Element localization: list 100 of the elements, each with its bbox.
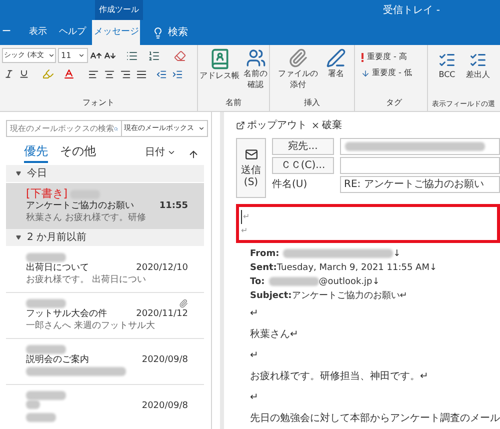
font-size-field[interactable]: 11 — [58, 48, 88, 63]
group-header[interactable]: 今日 — [6, 165, 204, 183]
body-line: ↵ — [250, 307, 258, 321]
exclamation-icon — [361, 52, 364, 62]
align-right-icon[interactable] — [120, 68, 131, 80]
blurred-text — [26, 413, 56, 422]
body-line: 秋葉さん↵ — [250, 328, 298, 342]
people-icon — [246, 48, 266, 68]
blurred-text — [26, 299, 66, 308]
caret-icon — [78, 52, 85, 59]
body-line: ↵ — [250, 391, 258, 405]
chevron-icon — [167, 148, 176, 157]
group-header[interactable]: 2 か月前以前 — [6, 229, 204, 247]
mail-date: 2020/09/8 — [142, 354, 188, 366]
underline-icon[interactable] — [19, 69, 29, 79]
justify-icon[interactable] — [136, 68, 147, 80]
body-line: お疲れ様です。研修担当、神田です。↵ — [250, 370, 428, 384]
align-left-icon[interactable] — [88, 68, 99, 80]
mail-date: 2020/11/12 — [136, 308, 188, 320]
mail-item[interactable]: [下書き] アンケートご協力のお願い 11:55 秋葉さん お疲れ様です。研修 — [6, 183, 204, 229]
body-line: 先日の勉強会に対して本部からアンケート調査のメール — [250, 412, 500, 426]
send-button[interactable]: 送信 (S) — [236, 138, 266, 198]
group-label: フォント — [82, 97, 114, 109]
search-field[interactable]: 現在のメールボックスの検索 — [6, 120, 122, 137]
sort-direction-icon[interactable] — [188, 149, 199, 160]
blurred-text — [26, 345, 66, 354]
mail-subject: フットサル大会の件 — [26, 308, 107, 320]
subject-label: 件名(U) — [272, 178, 308, 192]
from-button[interactable]: 差出人 — [466, 51, 490, 81]
header-label: Subject: — [250, 290, 292, 303]
numbering-icon[interactable] — [148, 50, 160, 62]
font-color-icon[interactable] — [63, 68, 75, 80]
context-tab-label: 作成ツール — [95, 0, 143, 20]
caret-icon — [48, 52, 55, 59]
mail-list-tab[interactable]: 優先 — [24, 142, 48, 163]
paperclip-icon — [288, 48, 308, 68]
window-title: 受信トレイ - — [383, 4, 441, 18]
mail-subject: アンケートご協力のお願い — [26, 200, 134, 212]
ribbon-tab[interactable]: メッセージ — [92, 20, 140, 45]
attach-file-button[interactable]: ファイルの 添付 — [278, 48, 318, 90]
ribbon-tab[interactable]: ヘルプ — [53, 20, 92, 45]
mail-date: 2020/12/10 — [136, 262, 188, 274]
shrink-font-icon[interactable] — [104, 50, 116, 62]
mail-subject: 出荷日について — [26, 262, 89, 274]
group-label: 2 か月前以前 — [27, 230, 87, 245]
send-mail-icon — [244, 148, 258, 160]
header-label: To: — [250, 276, 265, 289]
tell-me-search[interactable]: 検索 — [140, 20, 200, 45]
align-center-icon[interactable] — [104, 68, 115, 80]
to-field[interactable] — [340, 138, 500, 155]
header-value: ↓ — [393, 248, 401, 261]
group-label: 名前 — [226, 97, 242, 109]
close-icon — [311, 120, 320, 130]
low-importance-button[interactable]: 重要度 - 低 — [361, 67, 427, 79]
ribbon-tab[interactable]: ー — [0, 20, 13, 45]
header-label: Sent: — [250, 262, 277, 275]
grow-font-icon[interactable] — [90, 50, 102, 62]
paragraph-mark: ↵ — [241, 210, 250, 224]
mail-subject: 説明会のご案内 — [26, 354, 89, 366]
header-value: アンケートご協力のお願い↵ — [292, 290, 408, 303]
popout-button[interactable]: ポップアウト — [236, 118, 307, 132]
header-value: @outlook.jp↓ — [318, 276, 380, 289]
decrease-indent-icon[interactable] — [156, 68, 167, 80]
fields-icon — [469, 51, 487, 69]
pen-icon — [326, 48, 346, 68]
caret-icon — [198, 125, 205, 132]
bcc-button[interactable]: BCC — [438, 51, 456, 81]
italic-icon[interactable] — [4, 69, 14, 79]
cc-field[interactable] — [340, 157, 500, 174]
popout-icon — [236, 120, 245, 130]
header-label: From: — [250, 248, 280, 261]
draft-label: [下書き] — [26, 188, 68, 200]
discard-button[interactable]: 破棄 — [311, 118, 342, 132]
mail-date: 2020/09/8 — [142, 400, 188, 412]
mail-date: 11:55 — [159, 200, 188, 212]
signature-button[interactable]: 署名 — [326, 48, 346, 90]
fields-icon — [438, 51, 456, 69]
high-importance-button[interactable]: 重要度 - 高 — [361, 51, 427, 63]
blurred-text — [26, 253, 66, 262]
mail-preview: 一郎さんへ 来週のフットサル大 — [26, 321, 155, 331]
mail-list-tab[interactable]: その他 — [60, 142, 96, 163]
body-line: ↵ — [250, 349, 258, 363]
increase-indent-icon[interactable] — [172, 68, 183, 80]
down-arrow-icon — [361, 68, 370, 78]
group-label: タグ — [386, 97, 402, 109]
subject-field[interactable]: RE: アンケートご協力のお願い — [340, 176, 500, 193]
check-names-button[interactable]: 名前の 確認 — [244, 48, 268, 90]
cc-button[interactable]: ＣＣ(C)... — [272, 157, 334, 174]
header-value: Tuesday, March 9, 2021 11:55 AM↓ — [276, 262, 438, 275]
paragraph-mark: ↵ — [241, 224, 248, 236]
to-button[interactable]: 宛先... — [272, 138, 334, 155]
mail-preview: 秋葉さん お疲れ様です。研修 — [26, 213, 146, 223]
group-label: 今日 — [27, 167, 47, 181]
sort-button[interactable]: 日付 — [145, 145, 176, 163]
eraser-icon[interactable] — [174, 50, 186, 62]
lightbulb-icon — [152, 26, 164, 38]
mail-preview: お疲れ様です。 出荷日につい — [26, 275, 146, 285]
address-book-button[interactable]: アドレス帳 — [200, 48, 240, 90]
ribbon-tab[interactable]: 表示 — [23, 20, 53, 45]
group-label: 挿入 — [304, 97, 320, 109]
